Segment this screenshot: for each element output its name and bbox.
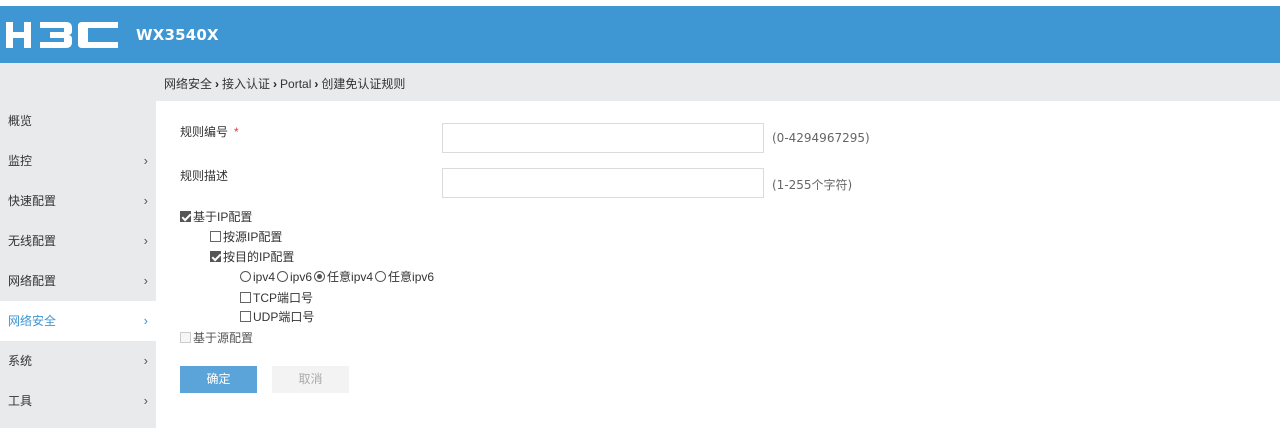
chevron-right-icon: › (143, 353, 148, 368)
chevron-right-icon: › (143, 233, 148, 248)
required-mark: * (234, 125, 239, 139)
radio-ipv4[interactable] (240, 271, 251, 282)
src-config-option[interactable]: 基于源配置 (180, 329, 253, 346)
h3c-logo (6, 22, 118, 48)
dst-ip-option[interactable]: 按目的IP配置 (210, 248, 294, 265)
breadcrumb: 网络安全 › 接入认证 › Portal › 创建免认证规则 (164, 75, 405, 92)
tcp-port-option[interactable]: TCP端口号 (240, 289, 313, 306)
sidebar-item-system[interactable]: 系统 › (0, 341, 156, 381)
dst-ip-checkbox[interactable] (210, 251, 221, 262)
radio-any-ipv4-label: 任意ipv4 (327, 270, 374, 284)
src-ip-option[interactable]: 按源IP配置 (210, 228, 282, 245)
sidebar-item-label: 系统 (8, 354, 33, 368)
sidebar-item-quick-config[interactable]: 快速配置 › (0, 181, 156, 221)
chevron-right-icon: › (314, 76, 319, 91)
ip-type-radio-group: ipv4 ipv6 任意ipv4 任意ipv6 (240, 268, 436, 285)
tcp-port-checkbox[interactable] (240, 292, 251, 303)
rule-id-label-text: 规则编号 (180, 125, 229, 139)
rule-id-input[interactable] (442, 123, 764, 153)
rule-desc-input[interactable] (442, 168, 764, 198)
tcp-port-label: TCP端口号 (253, 291, 314, 305)
chevron-right-icon: › (143, 313, 148, 328)
main-content: 规则编号 * (0-4294967295) 规则描述 (1-255个字符) 基于I… (156, 101, 1280, 428)
radio-ipv6[interactable] (277, 271, 289, 282)
ip-type-option-ipv6[interactable]: ipv6 (277, 270, 312, 284)
sidebar-item-label: 无线配置 (8, 234, 57, 248)
sidebar-item-tools[interactable]: 工具 › (0, 381, 156, 421)
breadcrumb-item[interactable]: Portal (280, 77, 311, 91)
src-ip-label: 按源IP配置 (223, 230, 283, 244)
breadcrumb-item[interactable]: 网络安全 (164, 75, 212, 92)
udp-port-label: UDP端口号 (253, 310, 315, 324)
chevron-right-icon: › (143, 393, 148, 408)
sidebar-item-label: 网络配置 (8, 274, 57, 288)
radio-any-ipv6[interactable] (375, 271, 387, 282)
src-config-label: 基于源配置 (193, 331, 254, 345)
sidebar-item-label: 概览 (8, 114, 33, 128)
sidebar-item-label: 工具 (8, 394, 33, 408)
breadcrumb-bar: 网络安全 › 接入认证 › Portal › 创建免认证规则 (0, 63, 1280, 101)
rule-desc-label: 规则描述 (180, 169, 229, 183)
sidebar-item-overview[interactable]: 概览 (0, 101, 156, 141)
udp-port-checkbox[interactable] (240, 311, 251, 322)
ip-type-option-any-ipv6[interactable]: 任意ipv6 (375, 268, 434, 285)
breadcrumb-item[interactable]: 接入认证 (222, 75, 270, 92)
rule-id-hint: (0-4294967295) (772, 131, 870, 145)
radio-any-ipv4[interactable] (314, 271, 326, 282)
radio-ipv6-label: ipv6 (290, 269, 313, 284)
src-ip-checkbox[interactable] (210, 231, 221, 242)
app-header: WX3540X (0, 6, 1280, 63)
rule-desc-hint: (1-255个字符) (772, 178, 853, 192)
chevron-right-icon: › (143, 153, 148, 168)
sidebar-item-label: 监控 (8, 154, 33, 168)
sidebar-item-network-security[interactable]: 网络安全 › (0, 301, 156, 341)
cancel-button[interactable]: 取消 (272, 366, 349, 393)
src-config-checkbox[interactable] (180, 332, 191, 343)
sidebar-item-label: 网络安全 (8, 314, 57, 328)
chevron-right-icon: › (215, 76, 220, 91)
confirm-button[interactable]: 确定 (180, 366, 257, 393)
radio-ipv4-label: ipv4 (253, 269, 276, 284)
ip-config-checkbox[interactable] (180, 211, 191, 222)
dst-ip-label: 按目的IP配置 (223, 250, 295, 264)
sidebar: 概览 监控 › 快速配置 › 无线配置 › 网络配置 › 网络安全 › 系统 ›… (0, 101, 156, 428)
chevron-right-icon: › (273, 76, 278, 91)
ip-type-option-ipv4[interactable]: ipv4 (240, 270, 275, 284)
sidebar-item-wireless-config[interactable]: 无线配置 › (0, 221, 156, 261)
sidebar-item-monitor[interactable]: 监控 › (0, 141, 156, 181)
udp-port-option[interactable]: UDP端口号 (240, 308, 314, 325)
rule-id-label: 规则编号 * (180, 123, 239, 140)
sidebar-item-label: 快速配置 (8, 194, 57, 208)
breadcrumb-current: 创建免认证规则 (321, 77, 406, 91)
device-model: WX3540X (136, 26, 219, 44)
ip-config-label: 基于IP配置 (193, 210, 253, 224)
chevron-right-icon: › (143, 273, 148, 288)
radio-any-ipv6-label: 任意ipv6 (388, 270, 435, 284)
chevron-right-icon: › (143, 193, 148, 208)
ip-config-option[interactable]: 基于IP配置 (180, 208, 252, 225)
ip-type-option-any-ipv4[interactable]: 任意ipv4 (314, 268, 373, 285)
sidebar-item-network-config[interactable]: 网络配置 › (0, 261, 156, 301)
